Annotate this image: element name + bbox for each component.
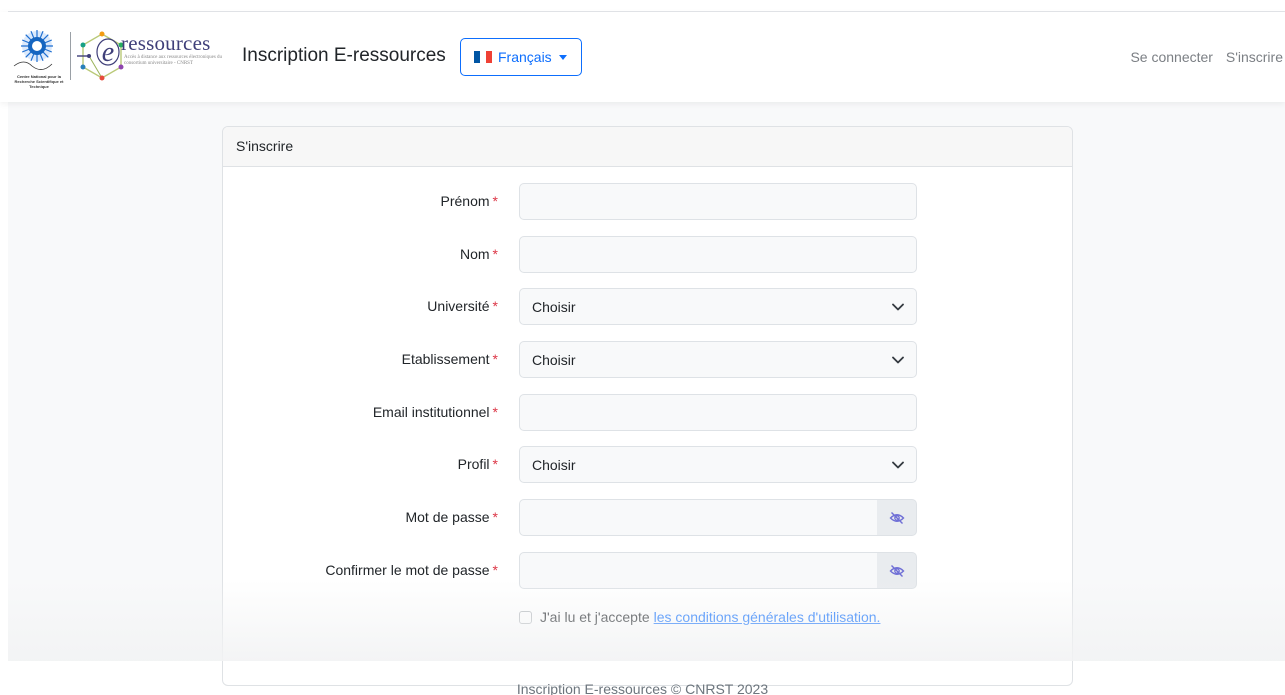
last-name-input[interactable]	[519, 236, 917, 273]
register-link[interactable]: S'inscrire	[1226, 49, 1283, 65]
cnrst-logo[interactable]: Centre National pour la Recherche Scient…	[8, 28, 66, 89]
login-link[interactable]: Se connecter	[1130, 49, 1213, 65]
hexagon-network-icon: e	[77, 31, 124, 81]
terms-link[interactable]: les conditions générales d'utilisation.	[654, 609, 881, 625]
profile-label: Profil *	[457, 456, 498, 472]
required-marker: *	[492, 351, 498, 367]
confirm-password-label: Confirmer le mot de passe *	[325, 562, 498, 578]
registration-card: S'inscrire Prénom * Nom * Université * Choi…	[222, 126, 1073, 686]
row-first-name: Prénom *	[223, 183, 1072, 220]
eressources-logo[interactable]: e ressources Accès à distance aux ressou…	[77, 28, 227, 86]
establishment-label: Etablissement *	[401, 351, 498, 367]
password-input[interactable]	[519, 499, 878, 536]
eressources-tagline: Accès à distance aux ressources électron…	[124, 55, 223, 66]
last-name-label: Nom *	[459, 246, 498, 262]
password-group	[519, 499, 917, 536]
profile-selected-value: Choisir	[532, 456, 576, 473]
first-name-label: Prénom *	[440, 193, 498, 209]
required-marker: *	[492, 404, 498, 420]
chevron-down-icon	[892, 461, 904, 468]
email-label: Email institutionnel *	[372, 404, 498, 420]
cnrst-caption: Centre National pour la Recherche Scient…	[14, 74, 64, 89]
eye-slash-icon	[889, 511, 904, 524]
france-flag-icon	[474, 51, 492, 63]
first-name-input[interactable]	[519, 183, 917, 220]
row-email: Email institutionnel *	[223, 394, 1072, 431]
establishment-select[interactable]: Choisir	[519, 341, 917, 378]
eye-slash-icon	[889, 564, 904, 577]
required-marker: *	[492, 562, 498, 578]
toggle-password-visibility-button[interactable]	[877, 499, 917, 536]
top-navbar: Centre National pour la Recherche Scient…	[0, 12, 1285, 102]
row-password: Mot de passe *	[223, 499, 1072, 536]
eressources-wordmark: ressources	[121, 31, 211, 55]
required-marker: *	[492, 246, 498, 262]
row-establishment: Etablissement * Choisir	[223, 341, 1072, 378]
required-marker: *	[492, 456, 498, 472]
caret-down-icon	[558, 54, 567, 60]
terms-row: J'ai lu et j'accepte les conditions géné…	[519, 609, 880, 625]
university-selected-value: Choisir	[532, 298, 576, 315]
auth-nav: Se connecter S'inscrire	[1121, 49, 1283, 65]
logo-separator	[70, 32, 71, 80]
chevron-down-icon	[892, 356, 904, 363]
university-label: Université *	[427, 298, 498, 314]
brand-title[interactable]: Inscription E-ressources	[242, 45, 446, 67]
chevron-down-icon	[892, 303, 904, 310]
required-marker: *	[492, 298, 498, 314]
university-select[interactable]: Choisir	[519, 288, 917, 325]
terms-text: J'ai lu et j'accepte	[540, 609, 650, 625]
row-last-name: Nom *	[223, 236, 1072, 273]
profile-select[interactable]: Choisir	[519, 446, 917, 483]
row-university: Université * Choisir	[223, 288, 1072, 325]
footer-text: Inscription E-ressources © CNRST 2023	[516, 681, 769, 695]
toggle-confirm-password-visibility-button[interactable]	[877, 552, 917, 589]
password-label: Mot de passe *	[405, 509, 498, 525]
language-dropdown-button[interactable]: Français	[460, 38, 582, 76]
row-confirm-password: Confirmer le mot de passe *	[223, 552, 1072, 589]
establishment-selected-value: Choisir	[532, 351, 576, 368]
logo-group: Centre National pour la Recherche Scient…	[8, 28, 227, 89]
card-title: S'inscrire	[223, 127, 1072, 167]
confirm-password-group	[519, 552, 917, 589]
email-input[interactable]	[519, 394, 917, 431]
required-marker: *	[492, 193, 498, 209]
required-marker: *	[492, 509, 498, 525]
row-profile: Profil * Choisir	[223, 446, 1072, 483]
terms-checkbox[interactable]	[519, 610, 532, 624]
cnrst-emblem-icon	[13, 30, 53, 70]
confirm-password-input[interactable]	[519, 552, 878, 589]
language-label: Français	[498, 49, 552, 65]
